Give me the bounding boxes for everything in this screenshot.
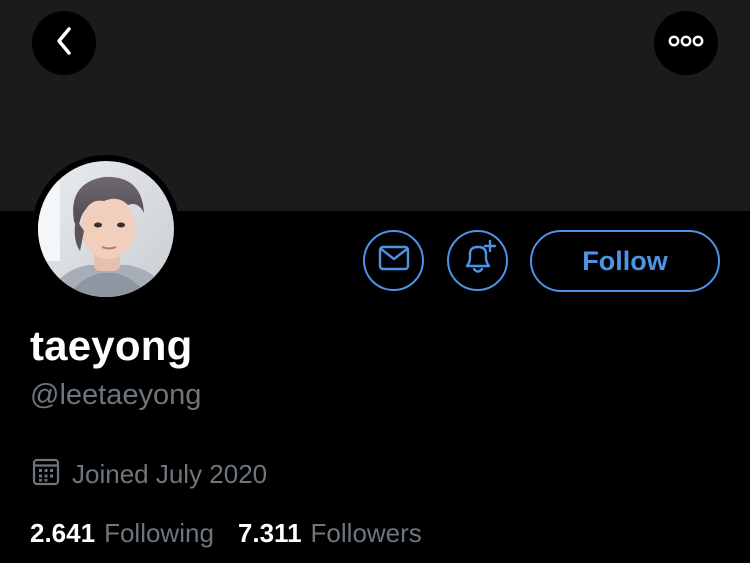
following-link[interactable]: 2.641 Following [30, 516, 214, 550]
profile-avatar[interactable] [32, 155, 180, 303]
followers-link[interactable]: 7.311 Followers [238, 516, 422, 550]
joined-date-row: Joined July 2020 [32, 458, 267, 490]
follow-button[interactable]: Follow [530, 230, 720, 292]
more-dots-icon [668, 34, 704, 53]
avatar-image [38, 161, 174, 297]
more-options-button[interactable] [654, 11, 718, 75]
notifications-button[interactable] [447, 230, 508, 291]
profile-page: Follow taeyong @leetaeyong Joined July 2… [0, 0, 750, 563]
message-button[interactable] [363, 230, 424, 291]
followers-count: 7.311 [237, 518, 302, 548]
display-name: taeyong [30, 322, 193, 369]
back-button[interactable] [32, 11, 96, 75]
following-label: Following [104, 518, 214, 548]
user-handle: @leetaeyong [30, 379, 202, 411]
mail-icon [378, 245, 410, 276]
follow-stats: 2.641 Following 7.311 Followers [30, 516, 422, 550]
bell-plus-icon [459, 239, 497, 282]
following-count: 2.641 [30, 518, 96, 548]
joined-date: Joined July 2020 [72, 459, 268, 489]
calendar-icon [32, 458, 60, 491]
followers-label: Followers [310, 518, 422, 548]
chevron-left-icon [52, 25, 76, 62]
